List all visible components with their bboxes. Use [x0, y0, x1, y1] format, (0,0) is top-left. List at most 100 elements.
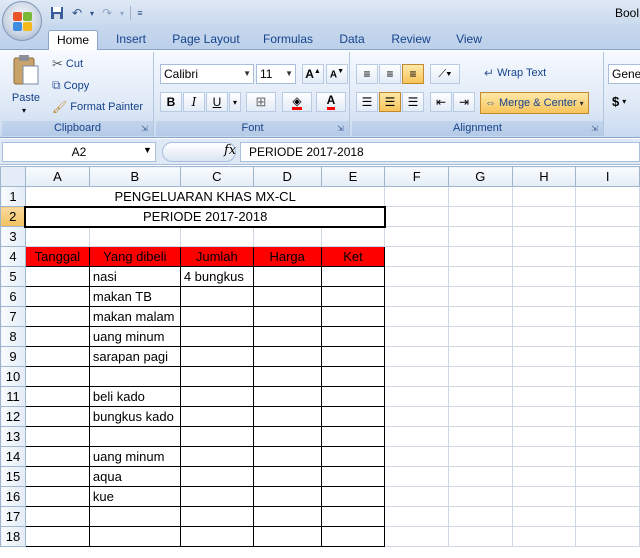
cell[interactable] [252, 466, 322, 487]
cell[interactable] [320, 486, 386, 507]
cell[interactable] [447, 466, 513, 487]
cell[interactable] [511, 526, 577, 547]
cell[interactable] [384, 186, 449, 207]
tab-review[interactable]: Review [384, 30, 438, 50]
item-cell[interactable]: sarapan pagi [88, 346, 181, 367]
cell[interactable] [179, 466, 254, 487]
item-cell[interactable] [88, 526, 181, 547]
format-painter-button[interactable]: 🖌 Format Painter [52, 100, 143, 114]
tab-page-layout[interactable]: Page Layout [166, 30, 246, 50]
cell[interactable] [511, 226, 577, 247]
cell[interactable] [575, 206, 640, 227]
cell[interactable] [575, 286, 640, 307]
item-cell[interactable]: uang minum [88, 446, 181, 467]
tab-data[interactable]: Data [332, 30, 372, 50]
cell[interactable] [511, 426, 577, 447]
cell[interactable] [384, 346, 449, 367]
header-cell-jumlah[interactable]: Jumlah [179, 246, 254, 267]
cell[interactable] [447, 346, 513, 367]
cell[interactable] [575, 226, 640, 247]
cell[interactable] [575, 466, 640, 487]
cell[interactable] [320, 226, 386, 247]
cell[interactable] [511, 286, 577, 307]
period-cell[interactable]: PERIODE 2017-2018 [24, 205, 386, 228]
cell[interactable] [447, 246, 513, 267]
align-top-button[interactable]: ≡ [356, 64, 378, 84]
cell[interactable] [320, 446, 386, 467]
cell[interactable] [447, 226, 513, 247]
align-left-button[interactable]: ☰ [356, 92, 378, 112]
cell[interactable] [252, 426, 322, 447]
cell[interactable] [447, 326, 513, 347]
cell[interactable] [24, 486, 90, 507]
borders-button[interactable]: ⊞ [246, 92, 276, 112]
cell[interactable] [252, 386, 322, 407]
shrink-font-button[interactable]: A▼ [326, 64, 348, 84]
column-header-c[interactable]: C [179, 166, 254, 187]
column-header-e[interactable]: E [320, 166, 386, 187]
row-header[interactable]: 6 [0, 286, 26, 307]
clipboard-launcher-icon[interactable]: ⇲ [141, 124, 151, 134]
tab-home[interactable]: Home [48, 30, 98, 50]
grow-font-button[interactable]: A▲ [302, 64, 324, 84]
cell[interactable] [575, 246, 640, 267]
cell[interactable] [179, 226, 254, 247]
cell[interactable] [511, 386, 577, 407]
cell[interactable] [384, 426, 449, 447]
cell[interactable] [252, 506, 322, 527]
cell[interactable] [384, 486, 449, 507]
cell[interactable] [320, 306, 386, 327]
cell[interactable] [252, 446, 322, 467]
align-middle-button[interactable]: ≡ [379, 64, 401, 84]
cell[interactable] [575, 266, 640, 287]
office-button[interactable] [2, 1, 42, 41]
cell[interactable] [575, 386, 640, 407]
cell[interactable] [511, 446, 577, 467]
header-cell-tanggal[interactable]: Tanggal [24, 246, 90, 267]
cell[interactable] [511, 486, 577, 507]
item-cell[interactable]: makan TB [88, 286, 181, 307]
cell[interactable] [384, 446, 449, 467]
cell[interactable] [575, 506, 640, 527]
cell[interactable] [575, 486, 640, 507]
item-cell[interactable] [88, 366, 181, 387]
row-header[interactable]: 1 [0, 186, 26, 207]
cell[interactable] [384, 326, 449, 347]
cell[interactable] [575, 306, 640, 327]
select-all-corner[interactable] [0, 166, 26, 187]
row-header[interactable]: 18 [0, 526, 26, 547]
orientation-button[interactable]: ⟋▾ [430, 64, 460, 84]
cell[interactable] [320, 366, 386, 387]
item-cell[interactable] [88, 426, 181, 447]
increase-indent-button[interactable]: ⇥ [453, 92, 475, 112]
font-launcher-icon[interactable]: ⇲ [337, 124, 347, 134]
cell[interactable] [320, 506, 386, 527]
chevron-down-icon[interactable]: ▼ [143, 145, 152, 155]
cell[interactable] [179, 326, 254, 347]
cell[interactable] [252, 346, 322, 367]
decrease-indent-button[interactable]: ⇤ [430, 92, 452, 112]
item-cell[interactable]: makan malam [88, 306, 181, 327]
row-header[interactable]: 17 [0, 506, 26, 527]
cell[interactable] [320, 406, 386, 427]
cell[interactable] [320, 326, 386, 347]
cell[interactable] [252, 286, 322, 307]
cell[interactable] [447, 526, 513, 547]
cell[interactable] [447, 206, 513, 227]
cell[interactable] [384, 226, 449, 247]
row-header[interactable]: 14 [0, 446, 26, 467]
row-header[interactable]: 12 [0, 406, 26, 427]
tab-formulas[interactable]: Formulas [256, 30, 320, 50]
cell[interactable] [511, 466, 577, 487]
cell[interactable] [384, 266, 449, 287]
header-cell-ket[interactable]: Ket [320, 246, 386, 267]
cell[interactable] [24, 406, 90, 427]
column-header-h[interactable]: H [511, 166, 577, 187]
cell[interactable] [384, 206, 449, 227]
row-header[interactable]: 8 [0, 326, 26, 347]
cell[interactable] [384, 286, 449, 307]
cell[interactable] [88, 226, 181, 247]
row-header[interactable]: 15 [0, 466, 26, 487]
column-header-g[interactable]: G [447, 166, 513, 187]
cell[interactable] [320, 466, 386, 487]
